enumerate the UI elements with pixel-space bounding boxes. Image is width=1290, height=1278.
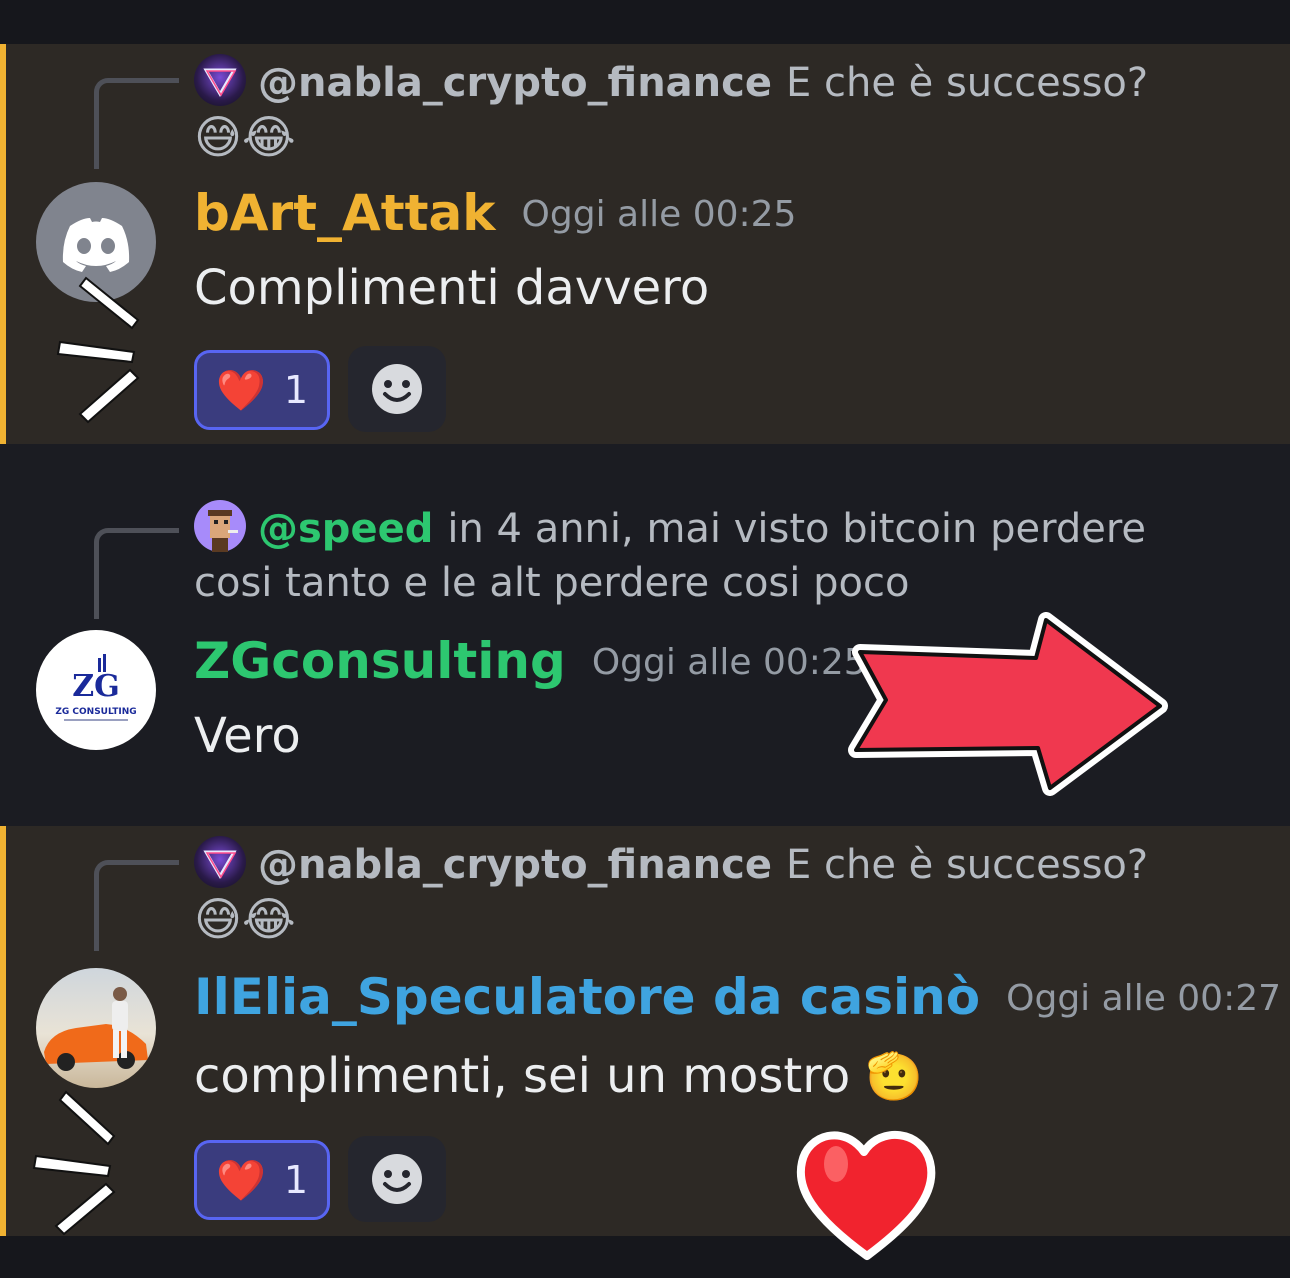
reply-preview[interactable]: @nabla_crypto_finance E che è successo? 😅… <box>194 836 1234 949</box>
heart-emoji: ❤️ <box>216 1157 266 1204</box>
reaction-heart[interactable]: ❤️ 1 <box>194 350 330 430</box>
zg-logo-icon: ZG ZG CONSULTING <box>55 654 137 721</box>
salute-emoji: 🫡 <box>865 1049 923 1103</box>
author-name[interactable]: IlElia_Speculatore da casinò Oggi alle 00… <box>194 968 1281 1026</box>
author-username[interactable]: bArt_Attak <box>194 184 496 242</box>
author-name[interactable]: ZGconsulting Oggi alle 00:25 <box>194 632 867 690</box>
reply-username[interactable]: @nabla_crypto_finance <box>258 60 772 106</box>
smiley-icon <box>372 1154 422 1204</box>
nabla-logo-icon <box>203 68 237 97</box>
message-timestamp: Oggi alle 00:25 <box>521 194 797 235</box>
zg-logo-text: ZG CONSULTING <box>55 707 136 717</box>
reply-avatar <box>194 54 246 106</box>
reply-emojis: 😅😂 <box>194 892 296 946</box>
message-content: Vero <box>194 708 301 764</box>
reply-message-text: E che è successo? <box>785 60 1149 106</box>
nabla-logo-icon <box>203 850 237 879</box>
message-timestamp: Oggi alle 00:27 <box>1006 978 1282 1019</box>
smiley-icon <box>372 364 422 414</box>
svg-text:ZG: ZG <box>72 669 120 704</box>
reaction-heart[interactable]: ❤️ 1 <box>194 1140 330 1220</box>
reply-avatar <box>194 500 246 552</box>
heart-emoji: ❤️ <box>216 367 266 414</box>
avatar[interactable]: ZG ZG CONSULTING <box>36 630 156 750</box>
message-timestamp: Oggi alle 00:25 <box>591 642 867 683</box>
message-2[interactable]: @speed in 4 anni, mai visto bitcoin perde… <box>0 444 1290 826</box>
add-reaction-button[interactable] <box>348 1136 446 1222</box>
reply-username[interactable]: @nabla_crypto_finance <box>258 842 772 888</box>
avatar[interactable] <box>36 968 156 1088</box>
reply-preview[interactable]: @nabla_crypto_finance E che è successo? 😅… <box>194 54 1234 167</box>
reply-emojis: 😅😂 <box>194 110 296 164</box>
reply-connector <box>94 860 179 951</box>
discord-logo-icon <box>62 218 130 272</box>
pixel-punk-icon <box>208 510 238 552</box>
avatar[interactable] <box>36 182 156 302</box>
reply-connector <box>94 528 179 619</box>
reply-message-text: E che è successo? <box>785 842 1149 888</box>
reaction-count: 1 <box>283 1158 308 1202</box>
reply-connector <box>94 78 179 169</box>
message-content: Complimenti davvero <box>194 260 710 316</box>
reaction-count: 1 <box>283 368 308 412</box>
reply-avatar <box>194 836 246 888</box>
reply-username[interactable]: @speed <box>258 506 433 552</box>
top-divider <box>0 0 1290 44</box>
message-content: complimenti, sei un mostro 🫡 <box>194 1048 923 1104</box>
author-name[interactable]: bArt_Attak Oggi alle 00:25 <box>194 184 796 242</box>
message-1[interactable]: @nabla_crypto_finance E che è successo? 😅… <box>0 44 1290 444</box>
bottom-divider <box>0 1236 1290 1278</box>
message-3[interactable]: @nabla_crypto_finance E che è successo? 😅… <box>0 826 1290 1236</box>
car-photo-icon <box>44 987 148 1071</box>
author-username[interactable]: ZGconsulting <box>194 632 566 690</box>
reply-preview[interactable]: @speed in 4 anni, mai visto bitcoin perde… <box>194 500 1234 610</box>
add-reaction-button[interactable] <box>348 346 446 432</box>
author-username[interactable]: IlElia_Speculatore da casinò <box>194 968 980 1026</box>
message-text: complimenti, sei un mostro <box>194 1048 851 1104</box>
